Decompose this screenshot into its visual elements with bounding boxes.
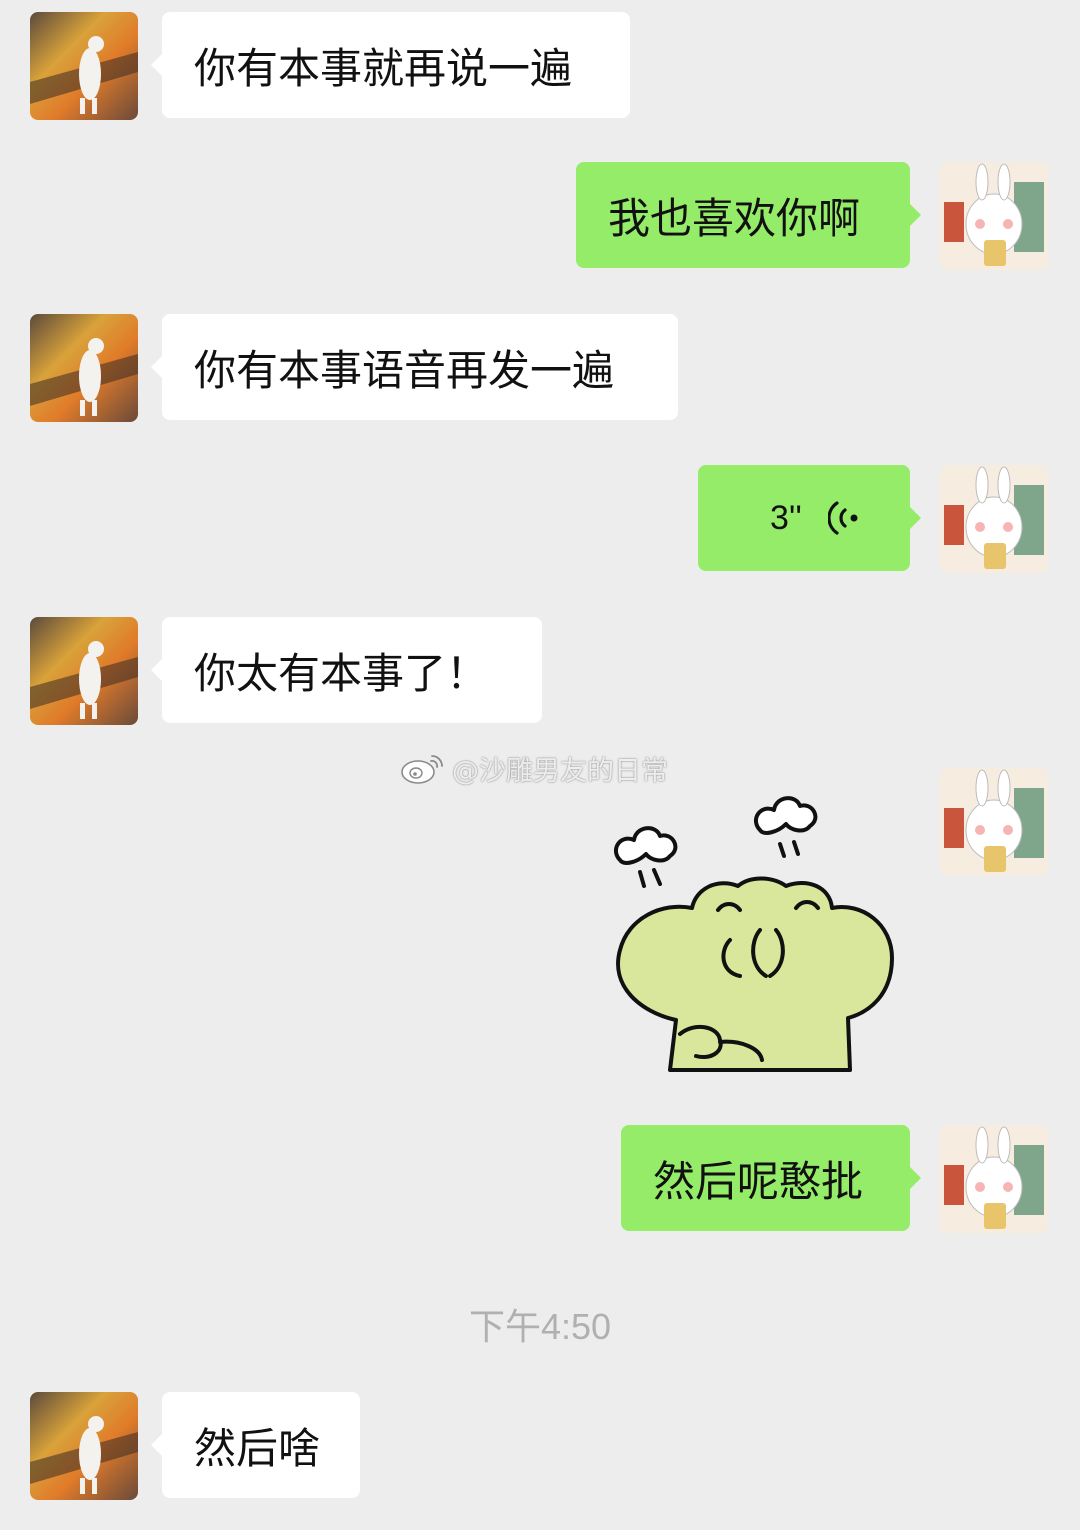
message-timestamp: 下午4:50	[468, 1306, 612, 1347]
contact-avatar[interactable]	[30, 617, 138, 725]
my-avatar[interactable]	[940, 162, 1048, 270]
contact-avatar[interactable]	[30, 12, 138, 120]
incoming-message-bubble[interactable]: 你有本事语音再发一遍	[151, 314, 678, 420]
watermark: @沙雕男友的日常	[400, 748, 668, 788]
voice-wave-icon	[827, 501, 858, 535]
message-text: 我也喜欢你啊	[608, 193, 861, 243]
weibo-logo-icon	[401, 755, 443, 784]
message-text: 你有本事就再说一遍	[194, 43, 573, 93]
my-avatar[interactable]	[940, 768, 1048, 876]
message-text: 然后呢憨批	[653, 1156, 864, 1206]
outgoing-message-bubble[interactable]: 我也喜欢你啊	[576, 162, 921, 268]
message-text: 你有本事语音再发一遍	[194, 345, 615, 395]
contact-avatar[interactable]	[30, 314, 138, 422]
chat-area: 你有本事就再说一遍 我也喜欢你啊 你有本事语音再发一遍 3'' 你太有本事了！ …	[0, 0, 1080, 1530]
outgoing-message-bubble[interactable]: 然后呢憨批	[621, 1125, 921, 1231]
my-avatar[interactable]	[940, 1125, 1048, 1233]
incoming-message-bubble[interactable]: 然后啥	[151, 1392, 360, 1498]
my-avatar[interactable]	[940, 465, 1048, 573]
watermark-text: @沙雕男友的日常	[452, 755, 668, 787]
incoming-message-bubble[interactable]: 你太有本事了！	[151, 617, 542, 723]
message-text: 然后啥	[194, 1423, 321, 1473]
incoming-message-bubble[interactable]: 你有本事就再说一遍	[151, 12, 630, 118]
frog-pouting-sticker[interactable]	[600, 790, 910, 1080]
contact-avatar[interactable]	[30, 1392, 138, 1500]
voice-message-bubble[interactable]: 3''	[698, 465, 921, 571]
message-text: 你太有本事了！	[194, 648, 489, 698]
voice-duration: 3''	[770, 498, 802, 537]
